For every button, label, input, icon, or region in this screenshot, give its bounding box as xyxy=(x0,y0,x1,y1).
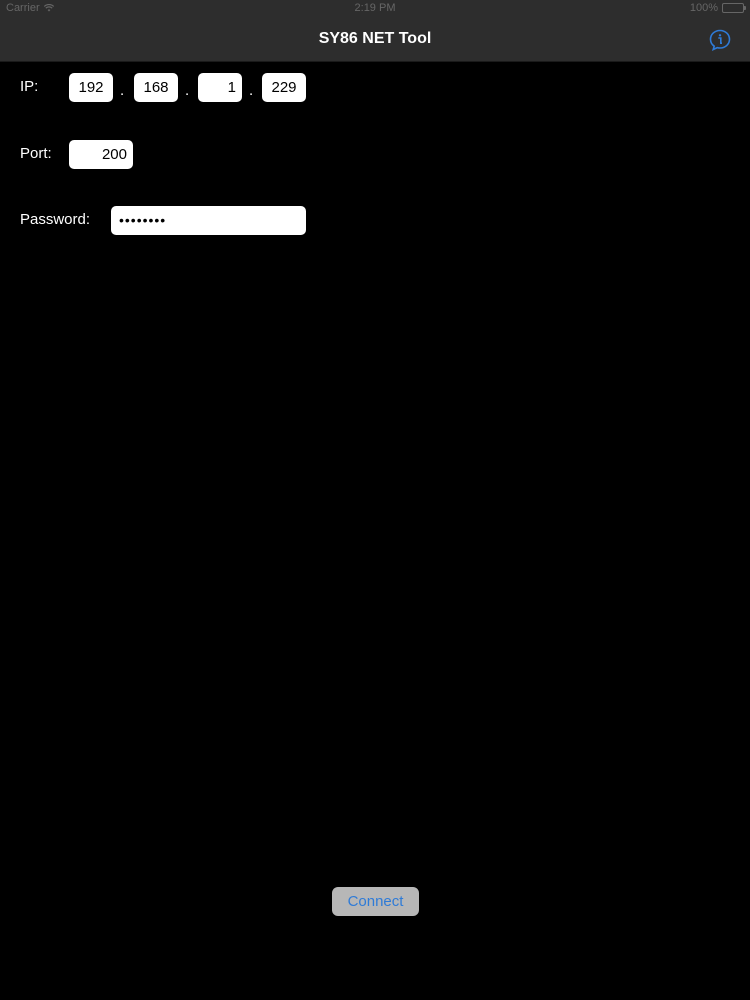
info-icon xyxy=(708,28,732,52)
port-label: Port: xyxy=(20,145,52,162)
ip-separator-1: . xyxy=(120,82,125,99)
status-right: 100% xyxy=(689,2,746,14)
password-input[interactable] xyxy=(111,206,306,235)
ip-separator-3: . xyxy=(249,82,254,99)
ip-octet-4-input[interactable] xyxy=(262,73,306,102)
ip-octet-1-input[interactable] xyxy=(69,73,113,102)
battery-percent: 100% xyxy=(689,2,718,14)
status-time: 2:19 PM xyxy=(354,2,396,14)
connect-button[interactable]: Connect xyxy=(332,887,419,916)
ip-label: IP: xyxy=(20,78,39,95)
info-button[interactable] xyxy=(708,28,732,52)
navigation-header: Carrier 2:19 PM 100% SY86 NET Tool xyxy=(0,0,750,62)
password-label: Password: xyxy=(20,211,91,228)
port-input[interactable] xyxy=(69,140,133,169)
page-title: SY86 NET Tool xyxy=(318,30,432,47)
ip-octet-2-input[interactable] xyxy=(134,73,178,102)
battery-icon xyxy=(722,3,746,13)
ip-octet-3-input[interactable] xyxy=(198,73,242,102)
ip-separator-2: . xyxy=(185,82,190,99)
status-bar: Carrier 2:19 PM 100% xyxy=(0,0,750,18)
